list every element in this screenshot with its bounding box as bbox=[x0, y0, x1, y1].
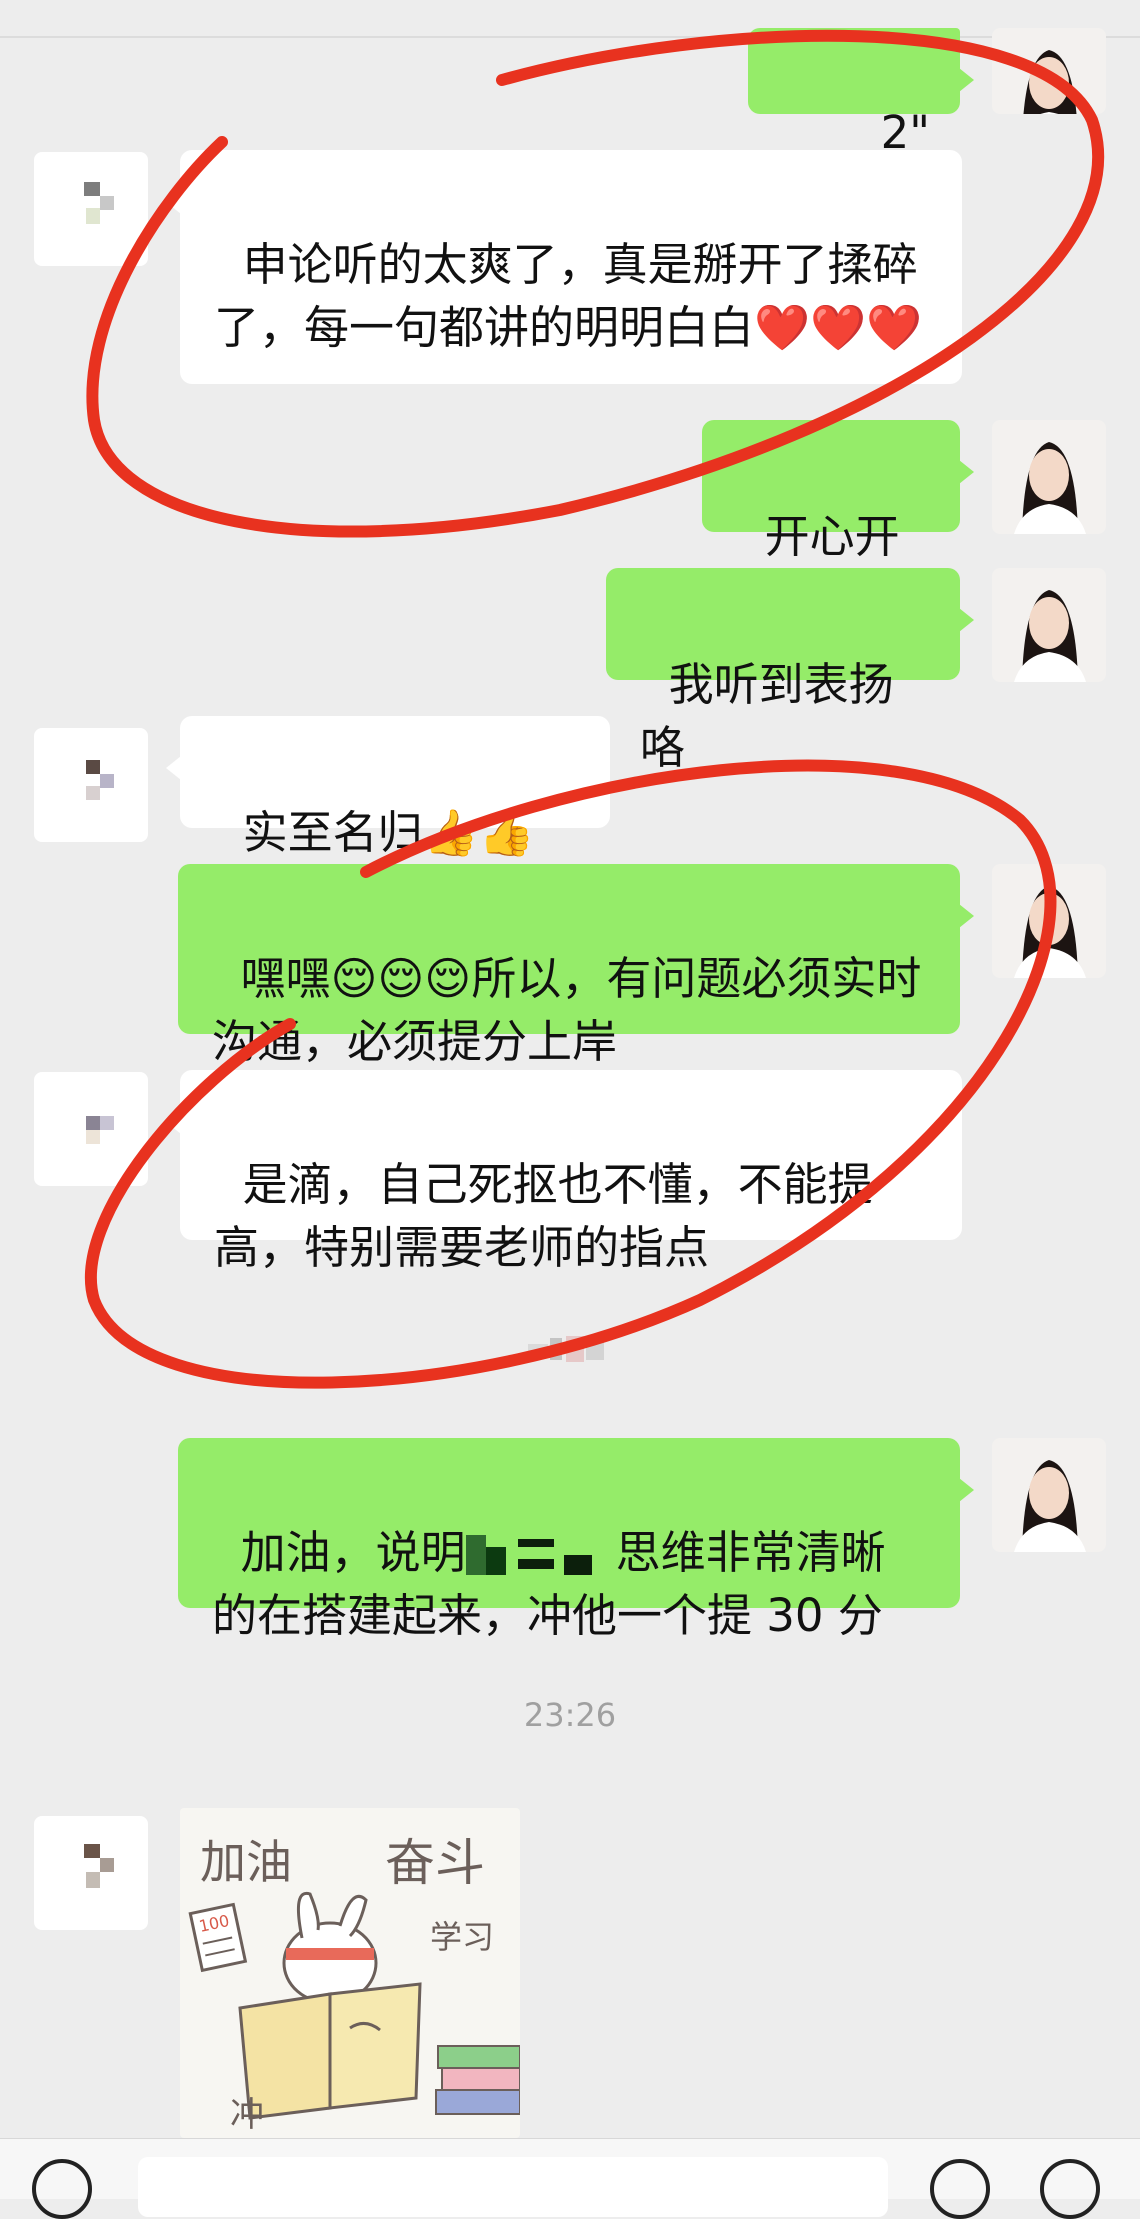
message-text-3: 我听到表扬咯 bbox=[640, 658, 894, 774]
message-text-6: 是滴，自己死抠也不懂，不能提高，特别需要老师的指点 bbox=[214, 1158, 873, 1274]
message-bubble-7[interactable]: 加油，说明 思维非常清晰的在搭建起来，冲他一个提 30 分 bbox=[178, 1438, 974, 1642]
student-avatar[interactable] bbox=[34, 1072, 148, 1186]
avatar-portrait bbox=[1014, 886, 1086, 978]
student-avatar[interactable] bbox=[34, 1816, 148, 1930]
student-avatar[interactable] bbox=[34, 728, 148, 842]
teacher-avatar[interactable] bbox=[992, 568, 1106, 682]
avatar-portrait bbox=[1023, 50, 1077, 114]
message-bubble-4[interactable]: 实至名归👍👍👍 bbox=[166, 716, 610, 922]
sticker-text-chong: 冲 bbox=[230, 2096, 264, 2134]
blurred-timestamp bbox=[528, 1334, 612, 1362]
message-bubble-3[interactable]: 我听到表扬咯 bbox=[606, 568, 974, 774]
sticker-image: 加油 奋斗 学习 100 冲 bbox=[188, 1835, 520, 2134]
sticker-text-xuexi: 学习 bbox=[430, 1919, 494, 1955]
sticker-text-jiayou: 加油 bbox=[200, 1837, 292, 1888]
message-bubble-1[interactable]: 申论听的太爽了，真是掰开了揉碎了，每一句都讲的明明白白❤️❤️❤️ bbox=[166, 150, 962, 384]
redacted-text bbox=[465, 1529, 616, 1583]
avatar-portrait bbox=[1014, 1460, 1086, 1552]
timestamp: 23:26 bbox=[523, 1696, 617, 1734]
message-text-7a: 加油，说明 bbox=[240, 1526, 466, 1579]
message-text-1: 申论听的太爽了，真是掰开了揉碎了，每一句都讲的明明白白❤️❤️❤️ bbox=[214, 238, 923, 354]
message-input[interactable] bbox=[138, 2157, 888, 2217]
voice-message-bubble[interactable]: 2" bbox=[748, 28, 974, 213]
voice-input-icon[interactable] bbox=[32, 2159, 92, 2219]
chat-input-bar bbox=[0, 2138, 1140, 2219]
emoji-icon[interactable] bbox=[930, 2159, 990, 2219]
teacher-avatar[interactable] bbox=[992, 864, 1106, 978]
sticker-message[interactable]: 加油 奋斗 学习 100 冲 bbox=[180, 1808, 520, 2138]
teacher-avatar[interactable] bbox=[992, 420, 1106, 534]
message-text-5: 嘿嘿😌😌😌所以，有问题必须实时沟通，必须提分上岸 bbox=[212, 952, 922, 1068]
sticker-text-fendou: 奋斗 bbox=[385, 1835, 485, 1891]
student-avatar[interactable] bbox=[34, 152, 148, 266]
message-bubble-5[interactable]: 嘿嘿😌😌😌所以，有问题必须实时沟通，必须提分上岸 bbox=[178, 864, 974, 1068]
top-divider bbox=[0, 36, 1140, 38]
avatar-portrait bbox=[1014, 590, 1086, 682]
teacher-avatar[interactable] bbox=[992, 28, 1106, 114]
message-bubble-6[interactable]: 是滴，自己死抠也不懂，不能提高，特别需要老师的指点 bbox=[166, 1070, 962, 1274]
plus-icon[interactable] bbox=[1040, 2159, 1100, 2219]
message-bubble-2[interactable]: 开心开心 bbox=[702, 420, 974, 626]
avatar-portrait bbox=[1014, 442, 1086, 534]
teacher-avatar[interactable] bbox=[992, 1438, 1106, 1552]
